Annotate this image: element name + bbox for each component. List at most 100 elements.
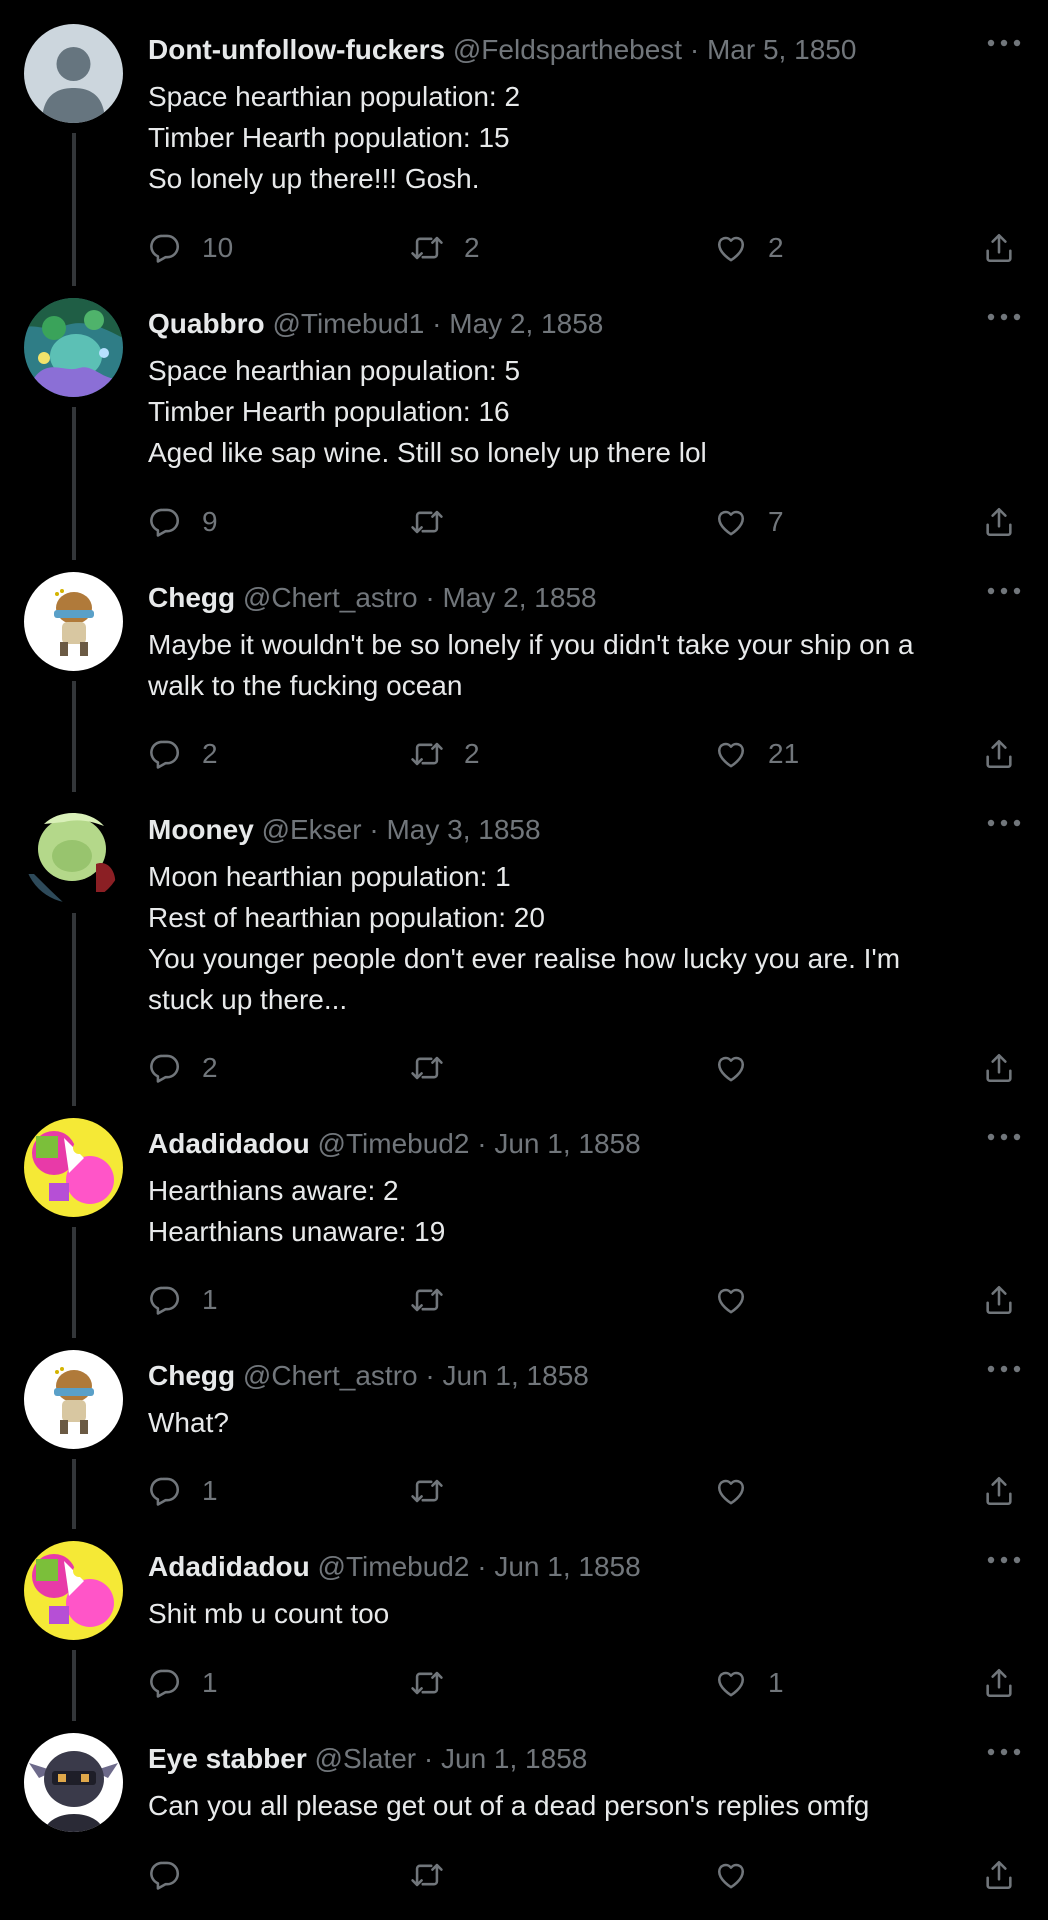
author-handle[interactable]: @Ekser: [262, 814, 362, 845]
timestamp[interactable]: Mar 5, 1850: [707, 34, 856, 65]
avatar-image: [24, 804, 123, 903]
more-options-button[interactable]: [984, 302, 1024, 332]
author-name[interactable]: Chegg: [148, 582, 235, 613]
tweet[interactable]: Adadidadou @Timebud2 · Jun 1, 1858 Shit …: [0, 1517, 1048, 1721]
like-button[interactable]: [714, 1471, 768, 1511]
share-button[interactable]: [982, 1471, 1016, 1511]
like-button[interactable]: [714, 1280, 768, 1320]
avatar-eye-stabber[interactable]: [24, 1733, 123, 1832]
timestamp[interactable]: Jun 1, 1858: [443, 1360, 589, 1391]
avatar-mooney[interactable]: [24, 804, 123, 903]
retweet-button[interactable]: [410, 1663, 464, 1703]
share-button[interactable]: [982, 1048, 1016, 1088]
more-options-button[interactable]: [984, 1545, 1024, 1575]
author-handle[interactable]: @Timebud2: [318, 1128, 470, 1159]
tweet[interactable]: Adadidadou @Timebud2 · Jun 1, 1858 Heart…: [0, 1094, 1048, 1338]
tweet-text-line: Maybe it wouldn't be so lonely if you di…: [148, 629, 914, 660]
tweet[interactable]: Dont-unfollow-fuckers @Feldsparthebest ·…: [0, 0, 1048, 286]
share-button[interactable]: [982, 502, 1016, 542]
reply-button[interactable]: 10: [148, 228, 233, 268]
share-button[interactable]: [982, 228, 1016, 268]
timestamp[interactable]: May 2, 1858: [449, 308, 603, 339]
tweet-text-line: stuck up there...: [148, 984, 348, 1015]
avatar-adadidadou[interactable]: [24, 1118, 123, 1217]
author-name[interactable]: Eye stabber: [148, 1743, 307, 1774]
retweet-button[interactable]: [410, 502, 464, 542]
tweet[interactable]: Chegg @Chert_astro · Jun 1, 1858 What? 1: [0, 1326, 1048, 1529]
avatar-quabbro[interactable]: [24, 298, 123, 397]
retweet-button[interactable]: 2: [410, 228, 480, 268]
thread-line: [72, 407, 76, 560]
heart-icon: [717, 1056, 745, 1082]
separator: ·: [425, 582, 435, 613]
retweet-icon: [411, 742, 443, 766]
like-button[interactable]: 1: [714, 1663, 784, 1703]
reply-button[interactable]: [148, 1855, 202, 1895]
avatar-adadidadou[interactable]: [24, 1541, 123, 1640]
heart-icon: [717, 742, 745, 768]
retweet-button[interactable]: 2: [410, 734, 480, 774]
more-options-button[interactable]: [984, 808, 1024, 838]
reply-button[interactable]: 9: [148, 502, 218, 542]
author-handle[interactable]: @Chert_astro: [243, 582, 418, 613]
like-button[interactable]: [714, 1048, 768, 1088]
author-handle[interactable]: @Slater: [315, 1743, 417, 1774]
avatar-default[interactable]: [24, 24, 123, 123]
author-handle[interactable]: @Timebud1: [272, 308, 424, 339]
more-horizontal-icon: [987, 1556, 1021, 1564]
author-name[interactable]: Chegg: [148, 1360, 235, 1391]
separator: ·: [689, 34, 700, 65]
author-name[interactable]: Mooney: [148, 814, 254, 845]
separator: ·: [369, 814, 379, 845]
author-name[interactable]: Quabbro: [148, 308, 265, 339]
share-button[interactable]: [982, 1855, 1016, 1895]
author-handle[interactable]: @Chert_astro: [243, 1360, 418, 1391]
like-button[interactable]: 7: [714, 502, 784, 542]
reply-button[interactable]: 1: [148, 1280, 218, 1320]
author-name[interactable]: Dont-unfollow-fuckers: [148, 34, 445, 65]
author-name[interactable]: Adadidadou: [148, 1128, 310, 1159]
share-upload-icon: [986, 1668, 1012, 1698]
like-button[interactable]: [714, 1855, 768, 1895]
tweet-text-line: Space hearthian population: 2: [148, 81, 521, 112]
retweet-icon: [411, 510, 443, 534]
avatar-chegg[interactable]: [24, 572, 123, 671]
retweet-button[interactable]: [410, 1855, 464, 1895]
share-button[interactable]: [982, 734, 1016, 774]
timestamp[interactable]: May 3, 1858: [386, 814, 540, 845]
tweet-text: Moon hearthian population: 1 Rest of hea…: [148, 856, 988, 1020]
tweet-text-line: Can you all please get out of a dead per…: [148, 1790, 870, 1821]
retweet-button[interactable]: [410, 1048, 464, 1088]
tweet[interactable]: Eye stabber @Slater · Jun 1, 1858 Can yo…: [0, 1709, 1048, 1920]
more-options-button[interactable]: [984, 576, 1024, 606]
more-options-button[interactable]: [984, 1354, 1024, 1384]
more-options-button[interactable]: [984, 28, 1024, 58]
avatar-image: [24, 298, 123, 397]
retweet-icon: [411, 1056, 443, 1080]
retweet-button[interactable]: [410, 1471, 464, 1511]
avatar-chegg[interactable]: [24, 1350, 123, 1449]
timestamp[interactable]: Jun 1, 1858: [494, 1551, 640, 1582]
timestamp[interactable]: Jun 1, 1858: [494, 1128, 640, 1159]
reply-button[interactable]: 2: [148, 1048, 218, 1088]
author-name[interactable]: Adadidadou: [148, 1551, 310, 1582]
timestamp[interactable]: Jun 1, 1858: [441, 1743, 587, 1774]
reply-button[interactable]: 1: [148, 1663, 218, 1703]
author-handle[interactable]: @Feldsparthebest: [453, 34, 682, 65]
reply-button[interactable]: 2: [148, 734, 218, 774]
like-button[interactable]: 2: [714, 228, 784, 268]
tweet[interactable]: Chegg @Chert_astro · May 2, 1858 Maybe i…: [0, 548, 1048, 792]
author-handle[interactable]: @Timebud2: [318, 1551, 470, 1582]
reply-button[interactable]: 1: [148, 1471, 218, 1511]
more-options-button[interactable]: [984, 1737, 1024, 1767]
timestamp[interactable]: May 2, 1858: [443, 582, 597, 613]
like-button[interactable]: 21: [714, 734, 799, 774]
reply-bubble-icon: [150, 1286, 179, 1315]
tweet[interactable]: Quabbro @Timebud1 · May 2, 1858 Space he…: [0, 274, 1048, 560]
share-button[interactable]: [982, 1663, 1016, 1703]
share-button[interactable]: [982, 1280, 1016, 1320]
reply-count: 1: [202, 1667, 218, 1698]
tweet[interactable]: Mooney @Ekser · May 3, 1858 Moon hearthi…: [0, 780, 1048, 1106]
more-options-button[interactable]: [984, 1122, 1024, 1152]
retweet-button[interactable]: [410, 1280, 464, 1320]
